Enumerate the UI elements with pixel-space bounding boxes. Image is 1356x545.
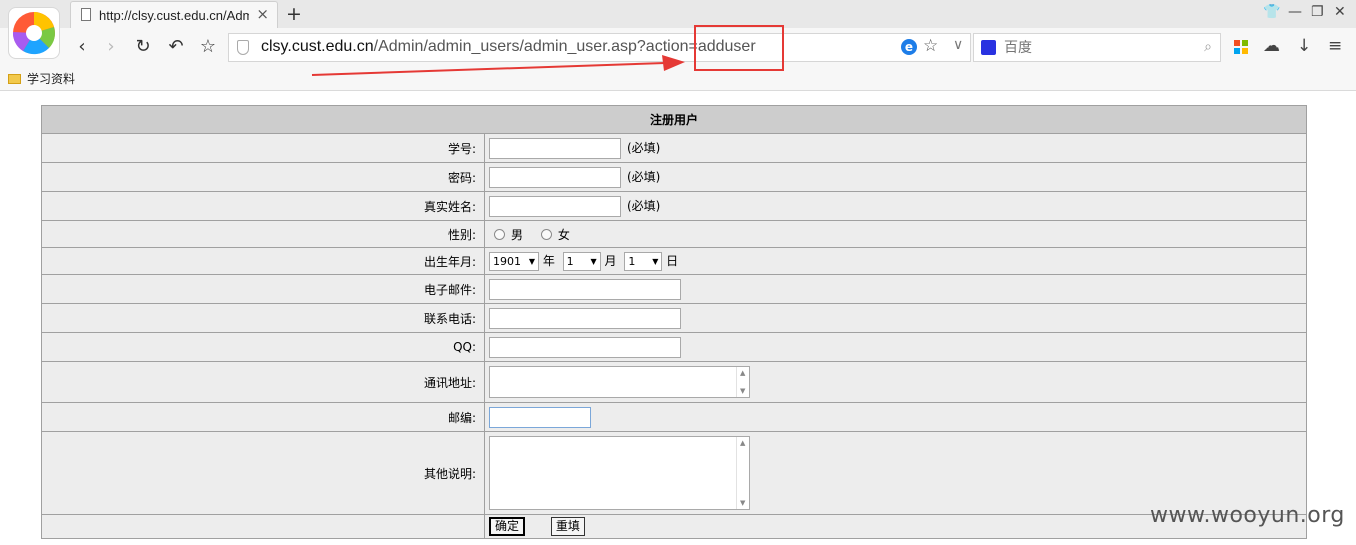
qq-cell [484,332,1307,362]
email-label: 电子邮件: [41,274,485,304]
birth-month-select[interactable]: 1 ▼ [562,251,601,271]
birth-month-value: 1 [566,254,574,268]
tab-title: http://clsy.cust.edu.cn/Admin/admin_user… [99,8,249,23]
student-id-cell: (必填) [484,133,1307,163]
realname-cell: (必填) [484,191,1307,221]
cloud-icon[interactable]: ☁ [1263,36,1280,56]
menu-icon[interactable]: ≡ [1328,36,1342,56]
scrollbar[interactable]: ▲ ▼ [736,437,749,509]
baidu-icon [981,40,996,55]
bookmark-star-icon[interactable]: ☆ [923,36,938,56]
browser-logo [8,7,60,59]
required-hint: (必填) [627,198,661,213]
page-icon [81,8,91,21]
annotation-arrow [311,55,685,76]
password-input[interactable] [489,166,621,188]
notes-textarea[interactable]: ▲ ▼ [489,436,750,510]
month-unit: 月 [604,253,617,268]
chevron-down-icon: ▼ [590,256,597,266]
download-icon[interactable]: ↓ [1297,36,1311,56]
address-label: 通讯地址: [41,361,485,403]
reset-button[interactable]: 重填 [550,517,585,536]
gender-female-label: 女 [557,227,570,242]
browser-tab[interactable]: http://clsy.cust.edu.cn/Admin/admin_user… [70,1,278,28]
phone-label: 联系电话: [41,303,485,333]
scroll-up-icon[interactable]: ▲ [740,369,745,377]
address-cell: ▲ ▼ [484,361,1307,403]
reload-icon[interactable]: ↻ [132,36,154,58]
zip-label: 邮编: [41,402,485,432]
ie-icon[interactable]: e [901,39,917,55]
notes-label: 其他说明: [41,431,485,515]
phone-cell [484,303,1307,333]
scroll-up-icon[interactable]: ▲ [740,439,745,447]
qq-label: QQ: [41,332,485,362]
student-id-label: 学号: [41,133,485,163]
birth-day-select[interactable]: 1 ▼ [624,251,663,271]
close-tab-icon[interactable]: × [256,5,269,23]
day-unit: 日 [666,253,679,268]
new-tab-icon[interactable]: + [286,3,302,25]
watermark: www.wooyun.org [1150,503,1345,528]
skin-icon[interactable]: 👕 [1263,4,1280,20]
chevron-down-icon[interactable]: ∨ [953,37,963,53]
gender-cell: 男 女 [484,220,1307,248]
scroll-down-icon[interactable]: ▼ [740,499,745,507]
birth-year-select[interactable]: 1901 ▼ [489,251,539,271]
bookmark-label: 学习资料 [27,72,76,86]
star-icon[interactable]: ☆ [197,36,219,58]
chevron-down-icon: ▼ [652,256,659,266]
phone-input[interactable] [489,307,681,329]
scroll-down-icon[interactable]: ▼ [740,387,745,395]
birth-cell: 1901 ▼ 年 1 ▼ 月 1 ▼ 日 [484,247,1307,275]
realname-label: 真实姓名: [41,191,485,221]
annotation-box [694,25,784,71]
zip-input[interactable] [489,406,591,428]
actions-spacer [41,514,485,539]
gender-female-radio[interactable] [540,228,552,240]
realname-input[interactable] [489,195,621,217]
shield-icon [237,40,249,55]
zip-cell [484,402,1307,432]
close-window-icon[interactable]: ✕ [1334,4,1346,20]
required-hint: (必填) [627,140,661,155]
birth-day-value: 1 [628,254,636,268]
gender-male-radio[interactable] [494,228,505,240]
bookmark-item[interactable]: 学习资料 [8,70,75,87]
form-title: 注册用户 [41,105,1307,134]
required-hint: (必填) [627,169,661,184]
scrollbar[interactable]: ▲ ▼ [736,367,749,397]
search-box[interactable]: ⌕ [973,33,1221,62]
folder-icon [8,74,21,84]
screenshot: http://clsy.cust.edu.cn/Admin/admin_user… [0,0,1356,545]
year-unit: 年 [542,253,555,268]
birth-year-value: 1901 [493,254,521,268]
undo-icon[interactable]: ↶ [165,36,187,58]
apps-icon[interactable] [1234,40,1248,54]
chevron-down-icon: ▼ [528,256,535,266]
gender-male-label: 男 [511,227,524,242]
submit-button[interactable]: 确定 [489,517,526,536]
email-input[interactable] [489,278,681,300]
birth-label: 出生年月: [41,247,485,275]
back-icon[interactable]: ‹ [71,36,93,58]
register-form: 注册用户 学号: (必填) 密码: (必填) 真实姓名: (必填) 性别: 男 … [41,105,1307,539]
search-input[interactable] [1004,38,1194,58]
qq-input[interactable] [489,336,681,358]
password-label: 密码: [41,162,485,192]
address-textarea[interactable]: ▲ ▼ [489,366,750,398]
tab-bar: http://clsy.cust.edu.cn/Admin/admin_user… [0,0,1356,28]
minimize-icon[interactable]: — [1288,4,1302,20]
maximize-icon[interactable]: ❐ [1311,4,1324,20]
password-cell: (必填) [484,162,1307,192]
forward-icon[interactable]: › [100,36,122,58]
search-icon[interactable]: ⌕ [1204,39,1212,55]
email-cell [484,274,1307,304]
student-id-input[interactable] [489,137,621,159]
gender-label: 性别: [41,220,485,248]
